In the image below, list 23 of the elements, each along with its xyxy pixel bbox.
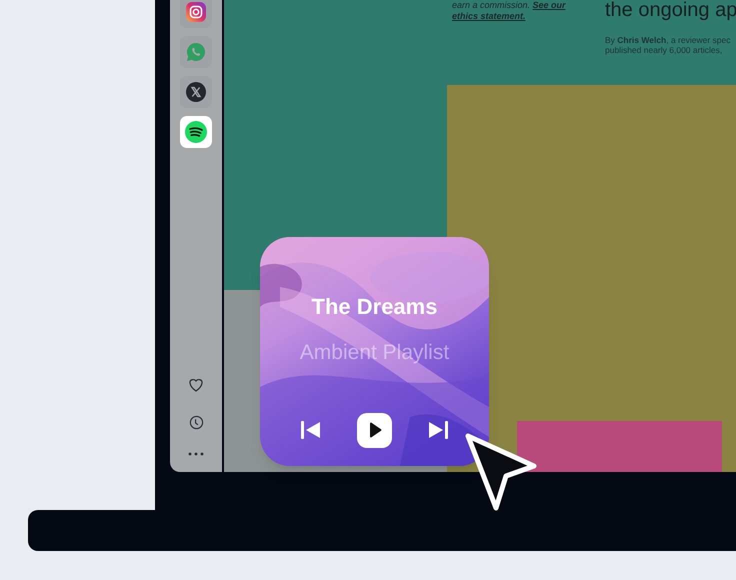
skip-forward-icon	[427, 420, 449, 440]
app-tile[interactable]	[180, 0, 212, 28]
byline-text: published nearly 6,000 articles,	[605, 45, 724, 55]
app-tile[interactable]	[180, 76, 212, 108]
ethics-link[interactable]: See our	[532, 0, 566, 10]
disclosure-text: earn a commission.	[452, 0, 530, 10]
playlist-name: Ambient Playlist	[300, 340, 450, 366]
play-button[interactable]	[357, 412, 392, 448]
track-title: The Dreams	[312, 293, 438, 321]
camera-icon[interactable]	[186, 2, 206, 22]
app-tile[interactable]	[180, 36, 212, 68]
more-icon[interactable]	[188, 452, 204, 456]
byline-text: By Chris Welch, a reviewer spec	[605, 35, 732, 45]
ethics-link[interactable]: ethics statement.	[452, 11, 526, 21]
play-icon	[368, 422, 382, 438]
clock-icon[interactable]	[188, 415, 204, 430]
previous-button[interactable]	[299, 418, 323, 442]
x-logo-icon[interactable]	[186, 82, 206, 102]
spotify-icon	[185, 121, 207, 143]
heart-icon[interactable]	[188, 377, 204, 393]
skip-back-icon	[300, 420, 322, 440]
app-tile[interactable]	[180, 116, 212, 148]
next-button[interactable]	[426, 418, 450, 442]
